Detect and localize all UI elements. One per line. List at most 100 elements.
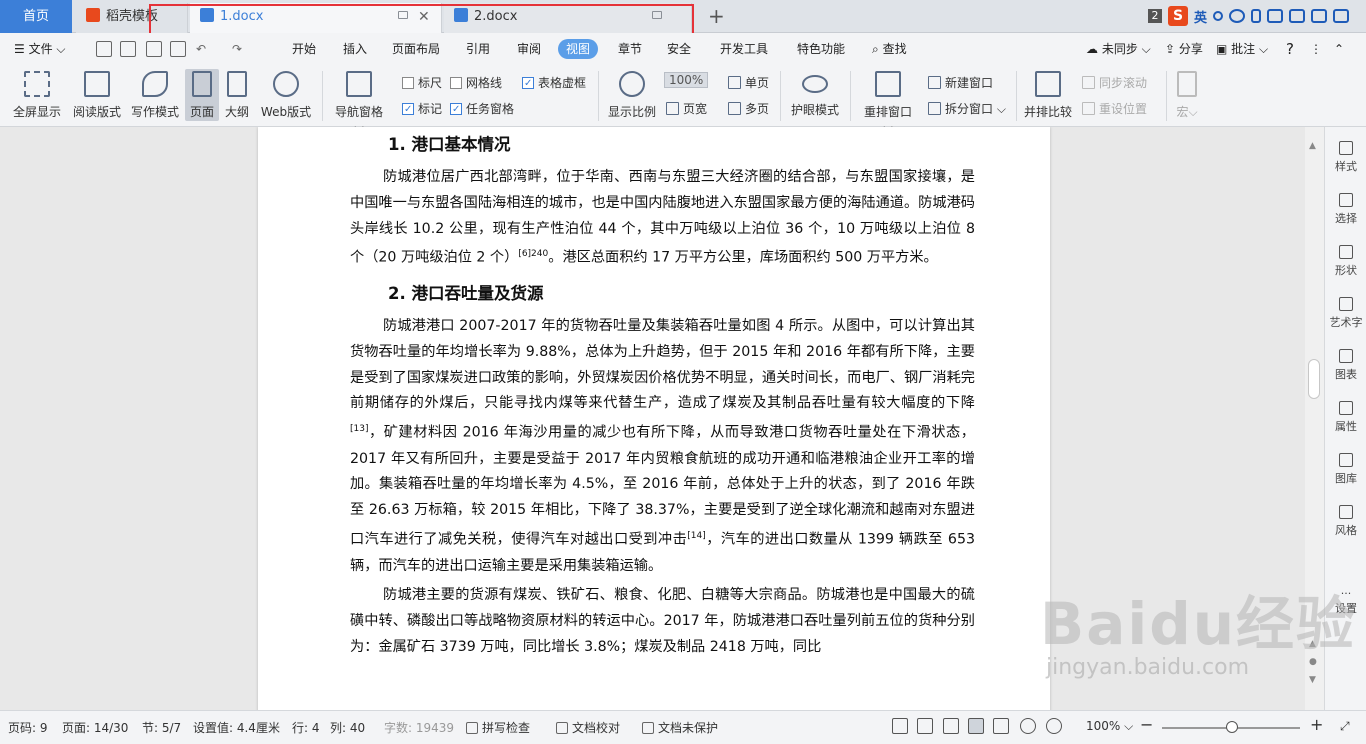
search-button[interactable]: ⌕ 查找: [872, 33, 907, 65]
single-page-button[interactable]: 单页: [728, 74, 769, 91]
zoom-100-button[interactable]: 100%: [664, 72, 709, 88]
zoom-in-button[interactable]: +: [1310, 715, 1323, 734]
menu-developer[interactable]: 开发工具: [720, 33, 768, 65]
panel-chart[interactable]: 图表: [1325, 349, 1366, 382]
new-tab-button[interactable]: +: [708, 4, 725, 28]
eye-mode-label: 护眼模式: [790, 103, 839, 117]
page-width-label: 页宽: [683, 102, 708, 116]
skin-shirt-icon[interactable]: [1311, 9, 1328, 23]
menu-review[interactable]: 审阅: [517, 33, 541, 65]
file-menu[interactable]: ☰ 文件 ⌵: [14, 33, 66, 65]
sync-scroll-button[interactable]: 同步滚动: [1082, 74, 1147, 91]
zoom-level-dropdown[interactable]: 100% ⌵: [1086, 719, 1133, 734]
panel-select[interactable]: 选择: [1325, 193, 1366, 226]
document-page[interactable]: 1. 港口基本情况 防城港位居广西北部湾畔，位于华南、西南与东盟三大经济圈的结合…: [258, 127, 1050, 710]
status-section[interactable]: 节: 5/7: [142, 719, 181, 736]
eye-mode-button[interactable]: 护眼模式: [788, 69, 842, 121]
nav-pane-button[interactable]: 导航窗格 ⌵: [330, 69, 388, 134]
reset-position-button[interactable]: 重设位置: [1082, 100, 1147, 117]
rearrange-window-button[interactable]: 重排窗口 ⌵: [858, 69, 918, 134]
read-mode-status-icon[interactable]: [917, 718, 933, 734]
zoom-ratio-button[interactable]: 显示比例: [606, 69, 658, 121]
undo-icon[interactable]: ↶: [196, 33, 206, 65]
menu-security[interactable]: 安全: [667, 33, 691, 65]
checkbox-icon: [450, 77, 462, 89]
menu-insert[interactable]: 插入: [343, 33, 367, 65]
menu-start[interactable]: 开始: [292, 33, 316, 65]
help-button[interactable]: ?: [1286, 33, 1294, 65]
microphone-icon[interactable]: [1251, 9, 1262, 23]
gridlines-checkbox[interactable]: 网格线: [450, 74, 502, 91]
print-icon[interactable]: [146, 41, 162, 57]
scrollbar-thumb[interactable]: [1308, 359, 1320, 399]
sync-button[interactable]: ☁ 未同步 ⌵: [1086, 33, 1151, 65]
panel-properties[interactable]: 属性: [1325, 401, 1366, 434]
zoom-out-button[interactable]: −: [1140, 715, 1153, 734]
menu-chapter[interactable]: 章节: [618, 33, 642, 65]
spell-check-button[interactable]: 拼写检查: [466, 719, 530, 736]
panel-style[interactable]: 样式: [1325, 141, 1366, 174]
paragraph: 防城港位居广西北部湾畔，位于华南、西南与东盟三大经济圈的结合部，与东盟国家接壤，…: [350, 165, 975, 272]
panel-wordart[interactable]: 艺术字: [1325, 297, 1366, 330]
collapse-ribbon-icon[interactable]: ⌃: [1334, 33, 1344, 65]
zoom-slider[interactable]: [1162, 721, 1300, 733]
print-preview-icon[interactable]: [170, 41, 186, 57]
outline-status-icon[interactable]: [993, 718, 1009, 734]
menu-view[interactable]: 视图: [558, 39, 599, 59]
document-content[interactable]: 1. 港口基本情况 防城港位居广西北部湾畔，位于华南、西南与东盟三大经济圈的结合…: [350, 127, 975, 665]
panel-gallery[interactable]: 图库: [1325, 453, 1366, 486]
punctuation-icon[interactable]: [1213, 11, 1224, 21]
status-page-number[interactable]: 页码: 9: [8, 719, 48, 736]
more-icon[interactable]: ⋮: [1310, 33, 1322, 65]
web-view-status-icon[interactable]: [1020, 718, 1036, 734]
fullscreen-status-icon[interactable]: [892, 718, 908, 734]
table-lines-checkbox[interactable]: 表格虚框: [522, 74, 586, 91]
marks-checkbox[interactable]: 标记: [402, 100, 442, 117]
read-mode-button[interactable]: 阅读版式: [70, 69, 124, 121]
fullscreen-button[interactable]: 全屏显示: [10, 69, 64, 121]
page-width-button[interactable]: 页宽: [666, 100, 707, 117]
grid-menu-icon[interactable]: [1333, 9, 1350, 23]
menu-reference[interactable]: 引用: [466, 33, 490, 65]
keyboard-icon[interactable]: [1267, 9, 1284, 23]
eye-status-icon[interactable]: [1046, 718, 1062, 734]
ruler-checkbox[interactable]: 标尺: [402, 74, 442, 91]
new-window-button[interactable]: 新建窗口: [928, 74, 993, 91]
write-mode-status-icon[interactable]: [943, 718, 959, 734]
toolbox-icon[interactable]: [1289, 9, 1306, 23]
write-mode-button[interactable]: 写作模式: [128, 69, 182, 121]
status-setting[interactable]: 设置值: 4.4厘米: [193, 719, 280, 736]
page-view-status-icon[interactable]: [968, 718, 984, 734]
status-word-count[interactable]: 字数: 19439: [384, 719, 454, 736]
scroll-up-icon[interactable]: ▲: [1309, 141, 1316, 151]
tab-home[interactable]: 首页: [0, 0, 72, 33]
split-window-button[interactable]: 拆分窗口 ⌵: [928, 100, 1006, 117]
multi-page-button[interactable]: 多页: [728, 100, 769, 117]
sync-scroll-icon: [1082, 76, 1095, 89]
panel-theme[interactable]: 风格: [1325, 505, 1366, 538]
split-window-icon: [928, 102, 941, 115]
web-view-button[interactable]: Web版式: [258, 69, 314, 121]
menu-layout[interactable]: 页面布局: [392, 33, 440, 65]
outline-view-button[interactable]: 大纲: [222, 69, 252, 121]
menu-features[interactable]: 特色功能: [797, 33, 845, 65]
ime-mode-label[interactable]: 英: [1194, 7, 1207, 26]
comment-button[interactable]: ▣ 批注 ⌵: [1216, 33, 1268, 65]
share-button[interactable]: ⇪ 分享: [1165, 33, 1203, 65]
sogou-logo-icon[interactable]: S: [1168, 6, 1188, 26]
emoji-icon[interactable]: [1229, 9, 1246, 23]
page-view-button[interactable]: 页面: [185, 69, 219, 121]
doc-protect-button[interactable]: 文档未保护: [642, 719, 718, 736]
fit-window-icon[interactable]: ⤢: [1340, 719, 1350, 734]
zoom-slider-knob[interactable]: [1226, 721, 1238, 733]
status-pages[interactable]: 页面: 14/30: [62, 719, 128, 736]
format-painter-icon[interactable]: [120, 41, 136, 57]
redo-icon[interactable]: ↷: [232, 33, 242, 65]
macro-button[interactable]: 宏⌵: [1172, 69, 1202, 121]
panel-wordart-label: 艺术字: [1329, 316, 1363, 329]
save-icon[interactable]: [96, 41, 112, 57]
taskpane-checkbox[interactable]: 任务窗格: [450, 100, 514, 117]
side-by-side-button[interactable]: 并排比较: [1022, 69, 1074, 121]
panel-shape[interactable]: 形状: [1325, 245, 1366, 278]
doc-proofread-button[interactable]: 文档校对: [556, 719, 620, 736]
